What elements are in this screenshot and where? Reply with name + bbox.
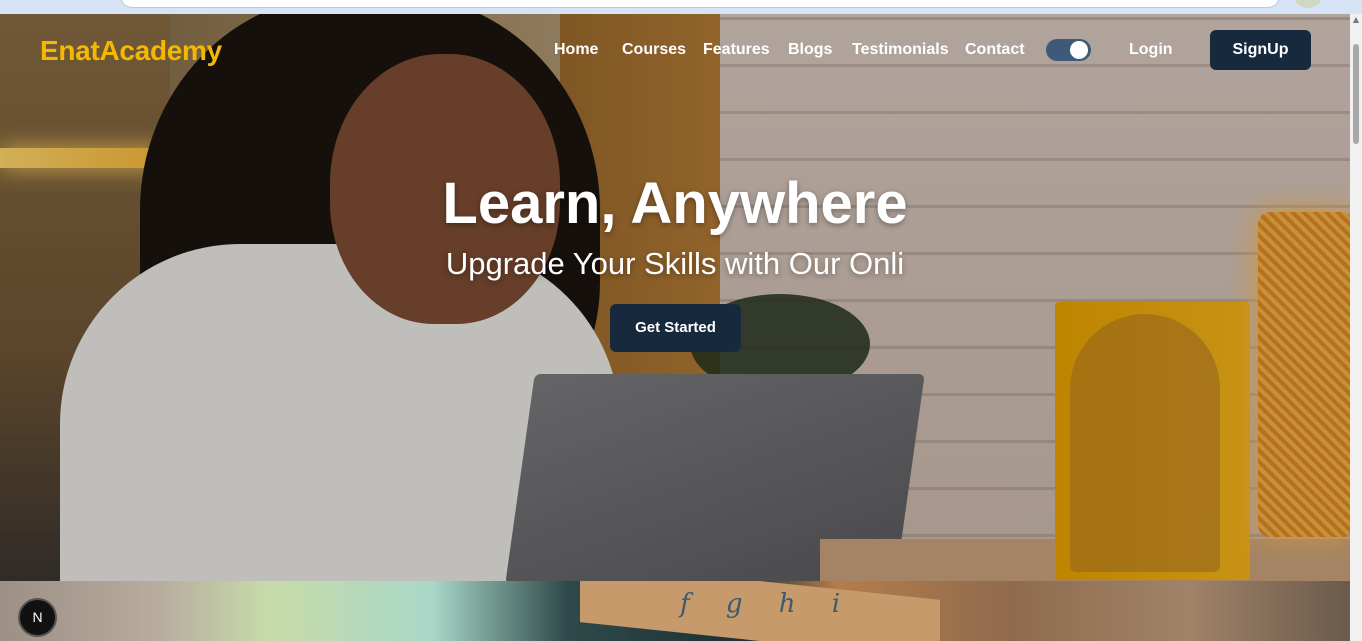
browser-address-bar[interactable] xyxy=(120,0,1280,8)
theme-toggle[interactable] xyxy=(1046,39,1091,61)
theme-toggle-knob xyxy=(1070,41,1088,59)
scroll-up-arrow-icon[interactable]: ▲ xyxy=(1352,16,1360,24)
login-link[interactable]: Login xyxy=(1129,41,1173,59)
hero-overlay xyxy=(0,14,1350,581)
site-logo[interactable]: EnatAcademy xyxy=(40,35,222,67)
nav-link-blogs[interactable]: Blogs xyxy=(788,41,832,59)
nav-link-testimonials[interactable]: Testimonials xyxy=(852,41,949,59)
nav-link-contact[interactable]: Contact xyxy=(965,41,1025,59)
hero-section xyxy=(0,14,1350,581)
get-started-button[interactable]: Get Started xyxy=(610,304,741,352)
nav-link-home[interactable]: Home xyxy=(554,41,598,59)
nav-link-features[interactable]: Features xyxy=(703,41,770,59)
nextjs-icon[interactable]: N xyxy=(18,598,57,637)
scrollbar-thumb[interactable] xyxy=(1353,44,1359,144)
hero-title: Learn, Anywhere xyxy=(442,171,908,236)
top-navbar: EnatAcademy Home Courses Features Blogs … xyxy=(0,14,1350,88)
next-section-image: f g h i xyxy=(0,581,1350,641)
page-scrollbar[interactable]: ▲ xyxy=(1350,14,1362,641)
signup-button[interactable]: SignUp xyxy=(1210,30,1311,70)
ruler-letters: f g h i xyxy=(680,589,855,619)
hero-subtitle: Upgrade Your Skills with Our Onli xyxy=(445,246,905,281)
nav-link-courses[interactable]: Courses xyxy=(622,41,686,59)
